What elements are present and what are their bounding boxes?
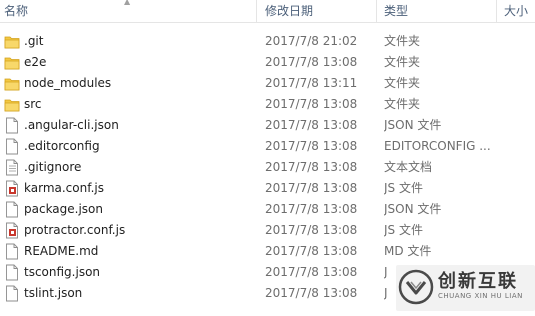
file-type: MD 文件: [384, 244, 432, 258]
watermark-subtitle: CHUANG XIN HU LIAN: [438, 292, 523, 300]
file-icon: [4, 243, 20, 260]
file-type: 文件夹: [384, 76, 421, 90]
column-divider[interactable]: [496, 0, 497, 22]
file-row[interactable]: protractor.conf.js 2017/7/8 13:08 JS 文件: [0, 220, 535, 241]
file-name: package.json: [24, 202, 104, 216]
file-name: .editorconfig: [24, 139, 100, 153]
file-date: 2017/7/8 13:08: [265, 118, 358, 132]
file-date: 2017/7/8 13:08: [265, 97, 358, 111]
watermark-title: 创新互联: [438, 271, 518, 292]
file-date: 2017/7/8 13:08: [265, 265, 358, 279]
logo-icon: [398, 269, 434, 305]
file-date: 2017/7/8 13:08: [265, 223, 358, 237]
file-row[interactable]: package.json 2017/7/8 13:08 JSON 文件: [0, 199, 535, 220]
sort-arrow-icon: ▲: [124, 0, 131, 6]
file-date: 2017/7/8 13:11: [265, 76, 358, 90]
file-type: 文件夹: [384, 34, 421, 48]
file-name: tsconfig.json: [24, 265, 101, 279]
file-name: .gitignore: [24, 160, 82, 174]
file-name: e2e: [24, 55, 47, 69]
folder-icon: [4, 96, 20, 113]
file-date: 2017/7/8 13:08: [265, 160, 358, 174]
file-date: 2017/7/8 13:08: [265, 181, 358, 195]
file-date: 2017/7/8 13:08: [265, 139, 358, 153]
file-type: 文本文档: [384, 160, 433, 174]
file-type: JS 文件: [384, 181, 423, 195]
folder-icon: [4, 33, 20, 50]
file-date: 2017/7/8 21:02: [265, 34, 358, 48]
file-name: node_modules: [24, 76, 112, 90]
column-divider[interactable]: [256, 0, 257, 22]
file-name: karma.conf.js: [24, 181, 104, 195]
column-header-date[interactable]: 修改日期: [265, 0, 370, 22]
file-type: 文件夹: [384, 55, 421, 69]
column-header-type[interactable]: 类型: [384, 0, 489, 22]
file-row[interactable]: .gitignore 2017/7/8 13:08 文本文档: [0, 157, 535, 178]
file-date: 2017/7/8 13:08: [265, 244, 358, 258]
watermark: 创新互联 CHUANG XIN HU LIAN: [396, 265, 535, 311]
file-name: .angular-cli.json: [24, 118, 119, 132]
file-type: JSON 文件: [384, 202, 442, 216]
folder-icon: [4, 75, 20, 92]
file-row[interactable]: karma.conf.js 2017/7/8 13:08 JS 文件: [0, 178, 535, 199]
file-row[interactable]: src 2017/7/8 13:08 文件夹: [0, 94, 535, 115]
file-name: .git: [24, 34, 44, 48]
file-icon: [4, 285, 20, 302]
js-file-icon: [4, 180, 20, 197]
column-header-size[interactable]: 大小: [504, 0, 535, 22]
file-type: 文件夹: [384, 97, 421, 111]
file-date: 2017/7/8 13:08: [265, 202, 358, 216]
file-name: tslint.json: [24, 286, 83, 300]
file-name: protractor.conf.js: [24, 223, 126, 237]
file-row[interactable]: e2e 2017/7/8 13:08 文件夹: [0, 52, 535, 73]
js-file-icon: [4, 222, 20, 239]
file-type: EDITORCONFIG ...: [384, 139, 491, 153]
file-date: 2017/7/8 13:08: [265, 55, 358, 69]
file-type: JSON 文件: [384, 118, 442, 132]
column-header-bar: 名称 ▲ 修改日期 类型 大小: [0, 0, 535, 23]
file-icon: [4, 117, 20, 134]
file-icon: [4, 201, 20, 218]
file-name: src: [24, 97, 42, 111]
file-row[interactable]: .angular-cli.json 2017/7/8 13:08 JSON 文件: [0, 115, 535, 136]
folder-icon: [4, 54, 20, 71]
file-row[interactable]: .git 2017/7/8 21:02 文件夹: [0, 31, 535, 52]
file-row[interactable]: node_modules 2017/7/8 13:11 文件夹: [0, 73, 535, 94]
file-name: README.md: [24, 244, 99, 258]
column-divider[interactable]: [376, 0, 377, 22]
file-row[interactable]: .editorconfig 2017/7/8 13:08 EDITORCONFIG …: [0, 136, 535, 157]
text-file-icon: [4, 159, 20, 176]
file-icon: [4, 138, 20, 155]
file-icon: [4, 264, 20, 281]
file-date: 2017/7/8 13:08: [265, 286, 358, 300]
file-row[interactable]: README.md 2017/7/8 13:08 MD 文件: [0, 241, 535, 262]
file-type: JS 文件: [384, 223, 423, 237]
